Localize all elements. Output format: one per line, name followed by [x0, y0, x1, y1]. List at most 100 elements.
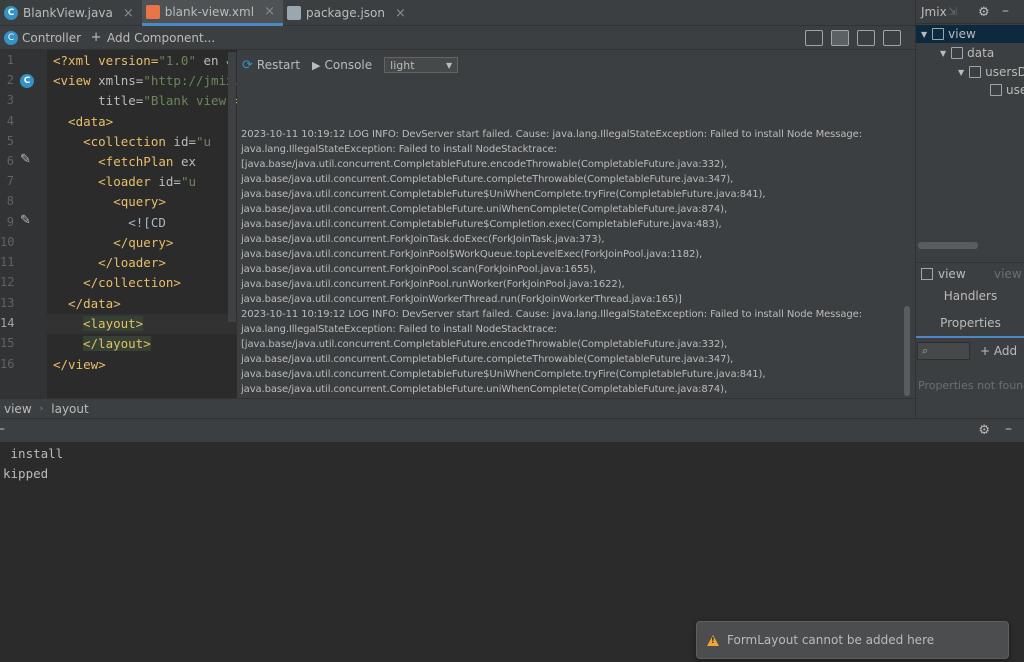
- line-number: 2: [6, 73, 14, 87]
- selected-component: view view: [916, 262, 1024, 284]
- tab-properties[interactable]: Properties: [916, 316, 1024, 338]
- preview-pane: ⟳ Restart ▶ Console light ▼ 2023-10-11 1…: [237, 50, 915, 398]
- log-entry: 2023-10-11 10:19:12 LOG INFO: DevServer …: [241, 129, 863, 305]
- collection-icon: [969, 66, 982, 78]
- code-line: </loader>: [53, 255, 166, 270]
- breadcrumb: view › layout: [0, 398, 915, 418]
- log-scrollbar[interactable]: [904, 306, 910, 396]
- preview-only-icon[interactable]: [857, 30, 875, 46]
- code-line: </view>: [53, 357, 106, 372]
- restart-label: Restart: [256, 58, 301, 72]
- console-line: kipped: [3, 466, 49, 481]
- line-number: 10: [0, 235, 15, 249]
- text-only-icon[interactable]: [805, 30, 823, 46]
- panel-header: Jmix ⇲ ⚙ –: [916, 0, 1024, 24]
- line-number: 14: [0, 316, 15, 330]
- jmix-structure-panel: Jmix ⇲ ⚙ – ▼ view ▼ data ▼ usersD use vi…: [915, 0, 1024, 418]
- chevron-down-icon[interactable]: ▼: [958, 68, 964, 77]
- notification-message: FormLayout cannot be added here: [727, 633, 935, 647]
- code-line: <loader id="u: [53, 174, 196, 189]
- properties-search-input[interactable]: ⌕: [917, 342, 970, 360]
- tree-node-view[interactable]: ▼ view: [921, 27, 976, 41]
- tree-node-data[interactable]: ▼ data: [940, 46, 994, 60]
- tree-node-users-dl[interactable]: use: [990, 83, 1024, 97]
- tab-label: blank-view.xml: [164, 4, 255, 19]
- java-class-icon: C: [4, 6, 18, 20]
- code-line: <?xml version="1.0" en ✔: [53, 53, 234, 68]
- close-icon[interactable]: ×: [123, 6, 134, 21]
- code-line: title="Blank view">: [53, 93, 237, 108]
- tab-package-json[interactable]: package.json ×: [283, 0, 414, 26]
- properties-empty-text: Properties not found: [918, 379, 1024, 392]
- tab-blankview-java[interactable]: C BlankView.java ×: [0, 0, 142, 26]
- line-number: 11: [0, 255, 15, 269]
- code-line: </query>: [53, 235, 174, 250]
- editor-toolbar: C Controller + Add Component...: [0, 26, 915, 50]
- console-label: Console: [324, 58, 373, 72]
- minimize-icon[interactable]: –: [0, 421, 5, 437]
- view-mode-switcher: [805, 30, 901, 46]
- line-number: 3: [6, 93, 14, 107]
- theme-value: light: [390, 58, 415, 72]
- split-view-icon[interactable]: [831, 30, 849, 46]
- data-icon: [951, 47, 964, 59]
- add-property-button[interactable]: + Add: [980, 344, 1017, 358]
- preview-log: 2023-10-11 10:19:12 LOG INFO: DevServer …: [237, 127, 899, 397]
- line-number: 13: [0, 296, 15, 310]
- theme-select[interactable]: light ▼: [384, 57, 459, 73]
- line-number: 5: [6, 134, 14, 148]
- code-line: </collection>: [53, 275, 181, 290]
- tree-node-users-dc[interactable]: ▼ usersD: [958, 65, 1024, 79]
- controller-button[interactable]: C Controller: [0, 30, 85, 45]
- pencil-icon[interactable]: ✎: [20, 213, 31, 228]
- minimize-icon[interactable]: –: [1002, 3, 1009, 19]
- close-icon[interactable]: ×: [395, 6, 406, 21]
- bottom-panel-header: – ⚙ –: [0, 418, 1024, 442]
- chevron-down-icon[interactable]: ▼: [921, 30, 927, 39]
- minimize-icon[interactable]: –: [1005, 421, 1012, 437]
- select-in-tree-icon[interactable]: ⇲: [948, 5, 957, 18]
- line-number: 7: [6, 174, 14, 188]
- editor-scrollbar[interactable]: [228, 52, 236, 322]
- line-number: 16: [0, 357, 15, 371]
- line-number: 6: [6, 154, 14, 168]
- code-line: <layout>: [83, 316, 144, 331]
- line-number: 4: [6, 114, 14, 128]
- restart-button[interactable]: ⟳ Restart: [242, 58, 300, 73]
- add-component-label: Add Component...: [107, 30, 216, 45]
- chevron-down-icon[interactable]: ▼: [940, 49, 946, 58]
- warning-notification[interactable]: FormLayout cannot be added here: [696, 621, 1009, 659]
- add-component-button[interactable]: + Add Component...: [85, 30, 219, 45]
- console-icon: ▶: [312, 58, 321, 72]
- tree-scrollbar[interactable]: [918, 242, 978, 249]
- panel-title: Jmix: [921, 4, 947, 19]
- tab-blank-view-xml[interactable]: blank-view.xml ×: [141, 0, 283, 26]
- log-entry: 2023-10-11 10:19:12 LOG INFO: DevServer …: [241, 309, 863, 395]
- line-number: 15: [0, 336, 15, 350]
- controller-label: Controller: [22, 30, 82, 45]
- plus-icon: +: [90, 30, 102, 45]
- tab-handlers[interactable]: Handlers: [916, 289, 1024, 309]
- loader-icon: [990, 84, 1002, 96]
- breadcrumb-item[interactable]: view: [4, 402, 32, 416]
- line-number: 1: [6, 53, 14, 67]
- search-icon: ⌕: [922, 344, 929, 357]
- view-icon: [921, 267, 933, 280]
- xml-file-icon: [145, 4, 160, 19]
- pencil-icon[interactable]: ✎: [20, 152, 31, 167]
- gear-icon[interactable]: ⚙: [978, 423, 990, 438]
- console-button[interactable]: ▶ Console: [312, 58, 372, 72]
- breadcrumb-item[interactable]: layout: [51, 402, 88, 416]
- image-icon[interactable]: [883, 30, 901, 46]
- code-editor[interactable]: <?xml version="1.0" en ✔ <view xmlns="ht…: [47, 50, 237, 398]
- gear-icon[interactable]: ⚙: [978, 5, 990, 20]
- console-line: install: [3, 446, 64, 461]
- refresh-icon: ⟳: [242, 57, 253, 73]
- controller-gutter-icon[interactable]: C: [20, 74, 34, 88]
- line-number: 8: [6, 194, 14, 208]
- warning-icon: [707, 634, 719, 646]
- editor-tab-bar: C BlankView.java × blank-view.xml × pack…: [0, 0, 915, 26]
- view-icon: [932, 28, 945, 40]
- code-line: <fetchPlan ex: [53, 154, 196, 169]
- close-icon[interactable]: ×: [264, 4, 275, 19]
